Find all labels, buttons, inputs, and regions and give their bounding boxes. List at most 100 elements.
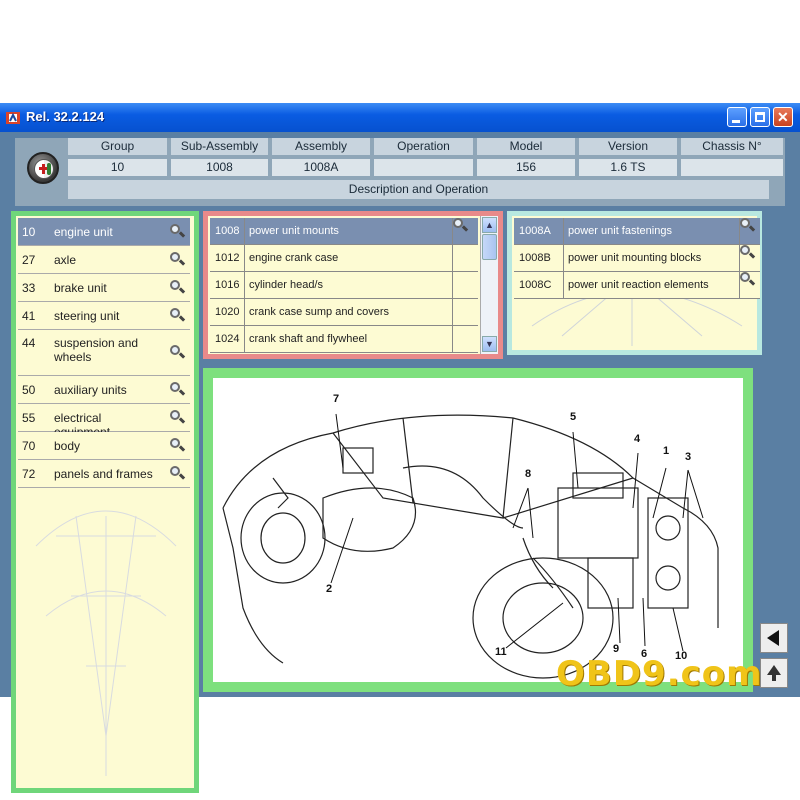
subassembly-row-1008[interactable]: 1008 power unit mounts [210,218,478,245]
magnifier-icon[interactable] [170,308,186,322]
maximize-button[interactable] [750,107,770,127]
magnifier-icon[interactable] [170,382,186,396]
group-code: 72 [22,467,36,481]
arrow-up-icon [767,665,781,681]
assembly-panel: 1008A power unit fastenings 1008B power uni… [507,211,762,355]
header-subassembly-value: 1008 [171,159,268,176]
group-row-55[interactable]: 55electrical equipment [18,404,190,439]
group-label: engine unit [54,225,113,239]
scroll-thumb[interactable] [482,234,497,260]
subassembly-label: power unit mounts [245,218,453,244]
callout-7: 7 [333,393,340,405]
group-code: 27 [22,253,36,267]
group-code: 70 [22,439,36,453]
magnifier-icon[interactable] [170,252,186,266]
magnifier-icon[interactable] [170,345,186,359]
header-group-value: 10 [68,159,167,176]
subassembly-label: engine crank case [245,245,453,271]
assembly-row-1008C[interactable]: 1008C power unit reaction elements [514,272,760,299]
magnifier-icon[interactable] [170,466,186,480]
arrow-left-icon [767,630,779,646]
assembly-label: power unit reaction elements [564,272,740,298]
up-button[interactable] [760,658,788,688]
subassembly-code: 1016 [210,272,245,298]
subassembly-row-1020[interactable]: 1020 crank case sump and covers [210,299,478,326]
header-model-value: 156 [477,159,575,176]
header-operation-value [374,159,473,176]
subassembly-row-1016[interactable]: 1016 cylinder head/s [210,272,478,299]
minimize-icon [732,120,740,123]
subassembly-row-1012[interactable]: 1012 engine crank case [210,245,478,272]
callout-8: 8 [525,468,532,480]
title-bar[interactable]: Rel. 32.2.124 ✕ [0,103,800,132]
group-label: suspension and wheels [54,336,139,364]
group-label: body [54,439,81,453]
scroll-up-icon[interactable]: ▲ [482,217,497,233]
callout-5: 5 [570,411,577,423]
description-bar: Description and Operation [68,180,769,199]
assembly-label: power unit mounting blocks [564,245,740,271]
group-row-50[interactable]: 50 auxiliary units [18,376,190,404]
subassembly-label: crank shaft and flywheel [245,326,453,352]
group-row-44[interactable]: 44 suspension and wheels [18,330,190,376]
group-label: auxiliary units [54,383,127,397]
diagram-panel: 7 5 4 1 3 8 2 11 9 6 10 [203,368,753,692]
callout-3: 3 [685,451,692,463]
callout-1: 1 [663,445,670,457]
assembly-row-1008A[interactable]: 1008A power unit fastenings [514,218,760,245]
assembly-code: 1008C [514,272,564,298]
group-label: brake unit [54,281,107,295]
subassembly-scrollbar[interactable]: ▲ ▼ [480,216,498,354]
group-label: axle [54,253,77,267]
group-code: 33 [22,281,36,295]
group-code: 44 [22,336,36,350]
magnifier-icon[interactable] [170,438,186,452]
subassembly-label: crank case sump and covers [245,299,453,325]
group-code: 10 [22,225,36,239]
group-label: panels and frames [54,467,153,481]
subassembly-panel: 1008 power unit mounts 1012 engine crank ca… [203,211,503,359]
header-chassis-label: Chassis N° [681,138,783,155]
subassembly-code: 1012 [210,245,245,271]
callout-2: 2 [326,583,333,595]
header-assembly-label: Assembly [272,138,370,155]
assembly-code: 1008A [514,218,564,244]
group-code: 55 [22,411,36,425]
subassembly-code: 1024 [210,326,245,352]
group-code: 41 [22,309,36,323]
assembly-row-1008B[interactable]: 1008B power unit mounting blocks [514,245,760,272]
app-icon [5,110,21,126]
group-row-72[interactable]: 72 panels and frames [18,460,190,488]
close-icon: ✕ [777,109,789,125]
header-group-label: Group [68,138,167,155]
group-row-27[interactable]: 27 axle [18,246,190,274]
group-row-10[interactable]: 10 engine unit [18,218,190,246]
group-label: steering unit [54,309,120,323]
magnifier-icon[interactable] [170,410,186,424]
header-operation-label: Operation [374,138,473,155]
subassembly-row-1024[interactable]: 1024 crank shaft and flywheel [210,326,478,353]
header-assembly-value: 1008A [272,159,370,176]
header-version-value: 1.6 TS [579,159,677,176]
header-model-label: Model [477,138,575,155]
header-subassembly-label: Sub-Assembly [171,138,268,155]
callout-11: 11 [495,646,507,658]
header-version-label: Version [579,138,677,155]
magnifier-icon[interactable] [170,224,186,238]
group-row-33[interactable]: 33 brake unit [18,274,190,302]
close-button[interactable]: ✕ [773,107,793,127]
group-row-41[interactable]: 41 steering unit [18,302,190,330]
subassembly-label: cylinder head/s [245,272,453,298]
back-button[interactable] [760,623,788,653]
group-row-70[interactable]: 70 body [18,432,190,460]
window-title: Rel. 32.2.124 [26,109,105,124]
minimize-button[interactable] [727,107,747,127]
assembly-label: power unit fastenings [564,218,740,244]
selection-header: Group 10 Sub-Assembly 1008 Assembly 1008… [15,138,785,206]
scroll-down-icon[interactable]: ▼ [482,336,497,352]
header-chassis-value [681,159,783,176]
callout-4: 4 [634,433,641,445]
subassembly-code: 1008 [210,218,245,244]
assembly-code: 1008B [514,245,564,271]
magnifier-icon[interactable] [170,280,186,294]
